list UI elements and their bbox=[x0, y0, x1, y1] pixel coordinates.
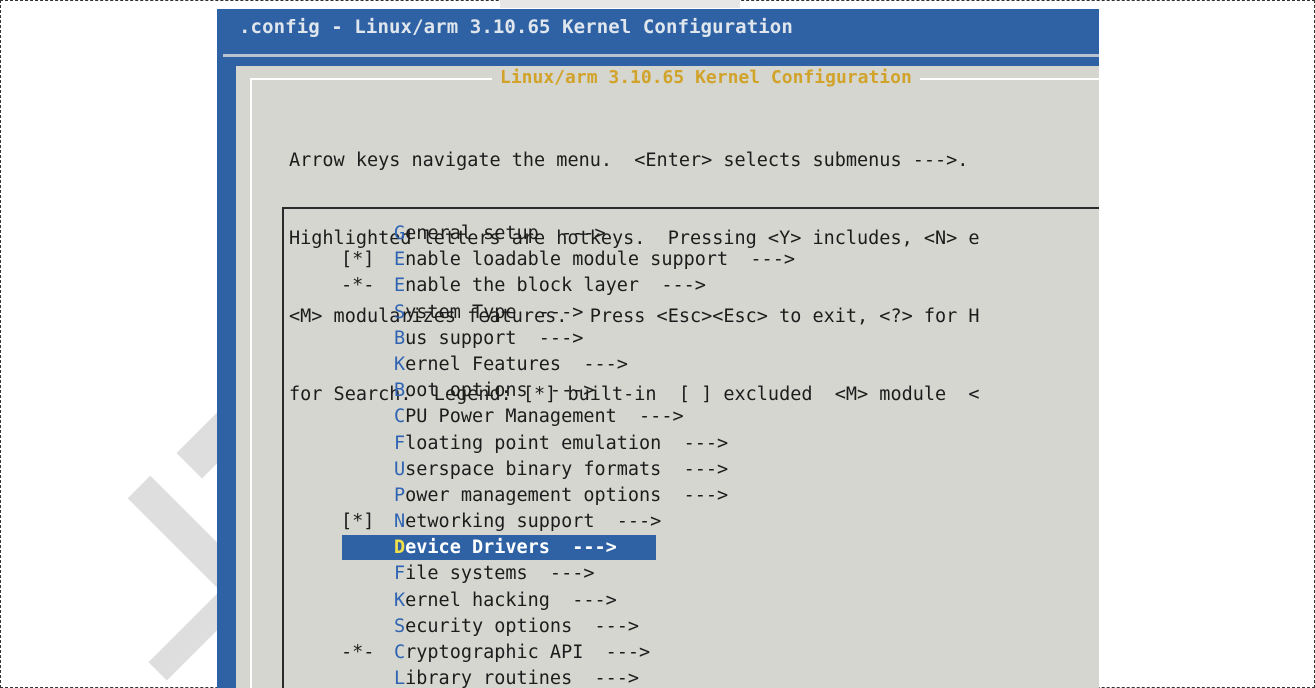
menu-item-text: evice Drivers ---> bbox=[405, 537, 617, 559]
menu-item-label: Security options ---> bbox=[394, 614, 639, 640]
menu-item-hotkey: F bbox=[394, 432, 406, 454]
menu-item-label: Bus support ---> bbox=[394, 326, 583, 352]
menu-item-hotkey: U bbox=[394, 458, 406, 480]
menu-item-hotkey: B bbox=[394, 327, 406, 349]
menu-item-text: serspace binary formats ---> bbox=[405, 458, 729, 480]
menu-item-label: Kernel Features ---> bbox=[394, 352, 628, 378]
menu-item-text: ystem Type ---> bbox=[405, 301, 584, 323]
menu-item-label: System Type ---> bbox=[394, 300, 583, 326]
menu-item-label: Kernel hacking ---> bbox=[394, 588, 617, 614]
menu-item-hotkey: E bbox=[394, 249, 406, 271]
menu-item-label: Networking support ---> bbox=[394, 509, 661, 535]
menu-item-hotkey: C bbox=[394, 642, 406, 663]
menu-item-marker: [*] bbox=[341, 249, 375, 271]
menu-item-label: Device Drivers ---> bbox=[394, 535, 617, 561]
title-separator bbox=[223, 54, 1099, 57]
menu-item-text: ernel hacking ---> bbox=[405, 589, 617, 611]
menu-item-text: loating point emulation ---> bbox=[405, 432, 729, 454]
menu-item-hotkey: K bbox=[394, 589, 406, 611]
menu-item-hotkey: C bbox=[394, 406, 406, 428]
menu-item-label: Library routines ---> bbox=[394, 666, 639, 688]
menu-item-text: ower management options ---> bbox=[405, 484, 729, 506]
menu-item-label: General setup ---> bbox=[394, 221, 606, 247]
menu-item-label: Floating point emulation ---> bbox=[394, 431, 728, 457]
menu-item-text: ryptographic API ---> bbox=[405, 642, 651, 663]
dialog-title: Linux/arm 3.10.65 Kernel Configuration bbox=[492, 67, 920, 88]
menu-item-hotkey: G bbox=[394, 223, 406, 244]
menu-item-hotkey: B bbox=[394, 380, 406, 402]
menu-item-label: Enable the block layer ---> bbox=[394, 273, 706, 299]
menu-item-hotkey: K bbox=[394, 353, 406, 375]
menu-item-text: nable the block layer ---> bbox=[405, 275, 706, 297]
menu-item-text: ile systems ---> bbox=[405, 563, 595, 585]
help-line: Arrow keys navigate the menu. <Enter> se… bbox=[289, 150, 969, 171]
menu-item-label: Boot options ---> bbox=[394, 378, 595, 404]
menu-item-hotkey: S bbox=[394, 615, 406, 637]
window-title: .config - Linux/arm 3.10.65 Kernel Confi… bbox=[239, 16, 793, 38]
menu-item-text: ernel Features ---> bbox=[405, 353, 628, 375]
menu-item-text: ecurity options ---> bbox=[405, 615, 640, 637]
menu-item-text: eneral setup ---> bbox=[405, 223, 606, 244]
watermark-shape bbox=[500, 0, 740, 8]
dialog-frame bbox=[250, 78, 252, 688]
menu-item-hotkey: E bbox=[394, 275, 406, 297]
menu-box: General setup ---> [*] Enable loadable mod… bbox=[282, 207, 1099, 688]
menu-item-label: Cryptographic API ---> bbox=[394, 640, 650, 666]
menu-item-label: Enable loadable module support ---> bbox=[394, 247, 795, 273]
menu-item-text: etworking support ---> bbox=[405, 511, 662, 533]
menu-item-marker: [*] bbox=[341, 511, 375, 533]
menu-item-label: Userspace binary formats ---> bbox=[394, 457, 728, 483]
menu-item-marker: -*- bbox=[341, 275, 375, 297]
menu-item-marker: -*- bbox=[341, 642, 375, 663]
menu-item-hotkey: F bbox=[394, 563, 406, 585]
menu-item-text: us support ---> bbox=[405, 327, 584, 349]
menu-item-text: ibrary routines ---> bbox=[405, 668, 640, 688]
menu-item-hotkey: D bbox=[394, 537, 406, 559]
menu-item-text: nable loadable module support ---> bbox=[405, 249, 795, 271]
menu-item-label: Power management options ---> bbox=[394, 483, 728, 509]
menu-item-hotkey: N bbox=[394, 511, 406, 533]
menu-item-hotkey: S bbox=[394, 301, 406, 323]
menu-item-text: PU Power Management ---> bbox=[405, 406, 684, 428]
menu-item-label: File systems ---> bbox=[394, 561, 595, 587]
menu-item-label: CPU Power Management ---> bbox=[394, 404, 684, 430]
terminal-window: .config - Linux/arm 3.10.65 Kernel Confi… bbox=[217, 9, 1099, 688]
menu-item-text: oot options ---> bbox=[405, 380, 595, 402]
menu-item-hotkey: P bbox=[394, 484, 406, 506]
menu-item-hotkey: L bbox=[394, 668, 406, 688]
menuconfig-dialog: Linux/arm 3.10.65 Kernel Configuration A… bbox=[236, 66, 1099, 688]
